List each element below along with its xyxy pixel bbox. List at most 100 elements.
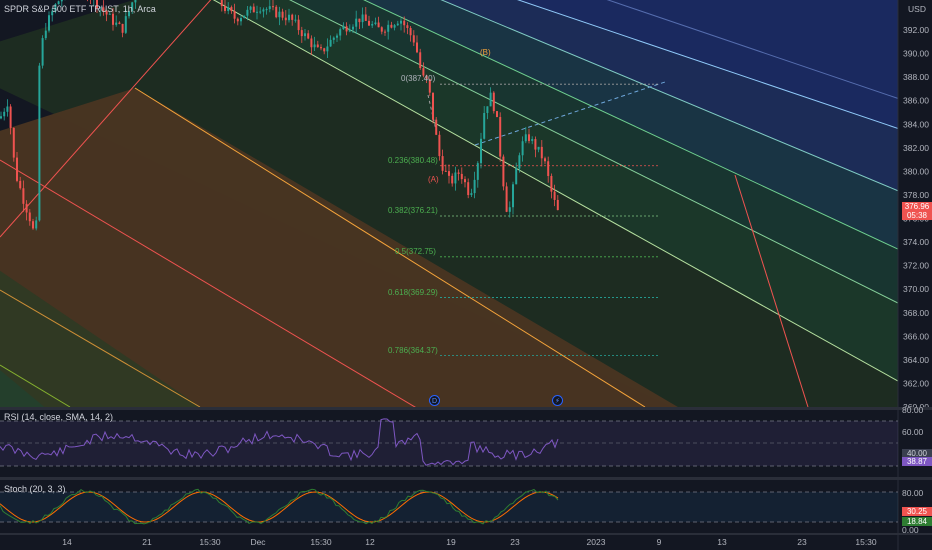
time-tick: 12 <box>365 537 375 547</box>
candle-body <box>284 17 287 21</box>
stoch-value-k: 30.25 <box>902 507 932 516</box>
candle-body <box>476 163 479 180</box>
candle-body <box>326 46 329 52</box>
candle-body <box>22 188 25 204</box>
candle-body <box>339 29 342 36</box>
candle-body <box>556 199 559 211</box>
rsi-tick-80: 80.00 <box>902 405 924 415</box>
candle-body <box>438 134 441 157</box>
candle-body <box>496 111 498 117</box>
candle-body <box>377 22 380 28</box>
candle-body <box>371 24 374 26</box>
time-tick: 15:30 <box>310 537 332 547</box>
price-tick: 374.00 <box>903 237 929 247</box>
stoch-title[interactable]: Stoch (20, 3, 3) <box>4 484 66 494</box>
candle-body <box>320 47 322 49</box>
candle-body <box>112 13 114 25</box>
price-tick: 390.00 <box>903 49 929 59</box>
fib-level-label: 0(387.40) <box>401 74 436 84</box>
candle-body <box>342 26 345 30</box>
candle-body <box>300 30 303 37</box>
fib-level-label: 0.5(372.75) <box>395 246 436 256</box>
candle-body <box>265 9 268 11</box>
candle-body <box>412 35 415 43</box>
candle-body <box>508 207 511 212</box>
candle-body <box>25 203 28 213</box>
fib-level-label: 0.236(380.48) <box>388 155 438 165</box>
candle-body <box>9 106 12 128</box>
candle-body <box>230 7 233 12</box>
dividend-marker-icon[interactable]: D <box>429 395 440 406</box>
fib-level-label: 0.786(364.37) <box>388 345 438 355</box>
candle-body <box>124 16 127 33</box>
candle-body <box>486 106 489 113</box>
candle-body <box>332 37 335 40</box>
candle-body <box>390 24 393 28</box>
candle-body <box>259 11 262 13</box>
candle-body <box>118 22 121 24</box>
price-tick: 388.00 <box>903 72 929 82</box>
candle-body <box>16 157 18 181</box>
chart-canvas[interactable]: 392.00 390.00 388.00 386.00 384.00 382.00 380.… <box>0 0 932 550</box>
candle-body <box>384 31 386 33</box>
symbol-title[interactable]: SPDR S&P 500 ETF TRUST, 1h, Arca <box>4 4 156 14</box>
time-tick: 21 <box>142 537 152 547</box>
candle-body <box>432 92 434 120</box>
candle-body <box>32 221 34 229</box>
candle-body <box>368 20 370 26</box>
candle-body <box>528 134 530 141</box>
rsi-tick-60: 60.00 <box>902 427 924 437</box>
candle-body <box>483 112 486 139</box>
candle-body <box>35 220 38 229</box>
flash-event-icon[interactable]: ⚡ <box>552 395 563 406</box>
candle-body <box>268 6 271 10</box>
candle-body <box>518 155 521 169</box>
candle-body <box>249 6 252 10</box>
stoch-pane[interactable]: 80.00 0.00 <box>0 488 924 535</box>
candle-body <box>416 42 418 53</box>
candle-body <box>502 156 505 187</box>
candle-body <box>41 38 44 66</box>
last-price-value: 376.96 <box>904 202 930 211</box>
candle-body <box>294 19 297 21</box>
price-tick: 384.00 <box>903 119 929 129</box>
time-tick: Dec <box>250 537 266 547</box>
candle-body <box>403 20 406 26</box>
candle-body <box>307 33 310 39</box>
candle-body <box>227 7 230 11</box>
candle-body <box>512 184 514 208</box>
candle-body <box>464 179 466 183</box>
rsi-title[interactable]: RSI (14, close, SMA, 14, 2) <box>4 412 113 422</box>
candle-body <box>313 44 316 48</box>
rsi-pane[interactable]: 80.00 60.00 <box>0 405 924 467</box>
candle-body <box>134 0 137 3</box>
last-price-tag: 376.96 05:38 <box>902 202 932 220</box>
candle-body <box>451 175 454 184</box>
candle-body <box>406 25 409 29</box>
candle-body <box>553 191 556 200</box>
wave-label-a: (A) <box>428 175 439 184</box>
wave-label-b: (B) <box>480 48 491 57</box>
candle-body <box>352 26 354 30</box>
candle-body <box>275 6 278 18</box>
candle-body <box>467 182 470 196</box>
candle-body <box>336 35 338 38</box>
candle-body <box>480 138 482 164</box>
candle-body <box>115 22 118 25</box>
candle-body <box>492 92 495 112</box>
bar-countdown: 05:38 <box>906 211 928 220</box>
candle-body <box>534 139 537 150</box>
candle-body <box>304 33 306 37</box>
candle-body <box>515 168 518 185</box>
fib-level-label: 0.382(376.21) <box>388 206 438 216</box>
candle-body <box>224 6 226 11</box>
candle-body <box>3 111 6 117</box>
candle-body <box>505 186 508 212</box>
stoch-value-d: 18.84 <box>902 517 932 526</box>
time-tick: 2023 <box>586 537 606 547</box>
candle-body <box>441 156 444 171</box>
fib-level-label: 0.618(369.29) <box>388 287 438 297</box>
candle-body <box>48 15 50 31</box>
candle-body <box>550 175 553 192</box>
candle-body <box>310 38 313 48</box>
